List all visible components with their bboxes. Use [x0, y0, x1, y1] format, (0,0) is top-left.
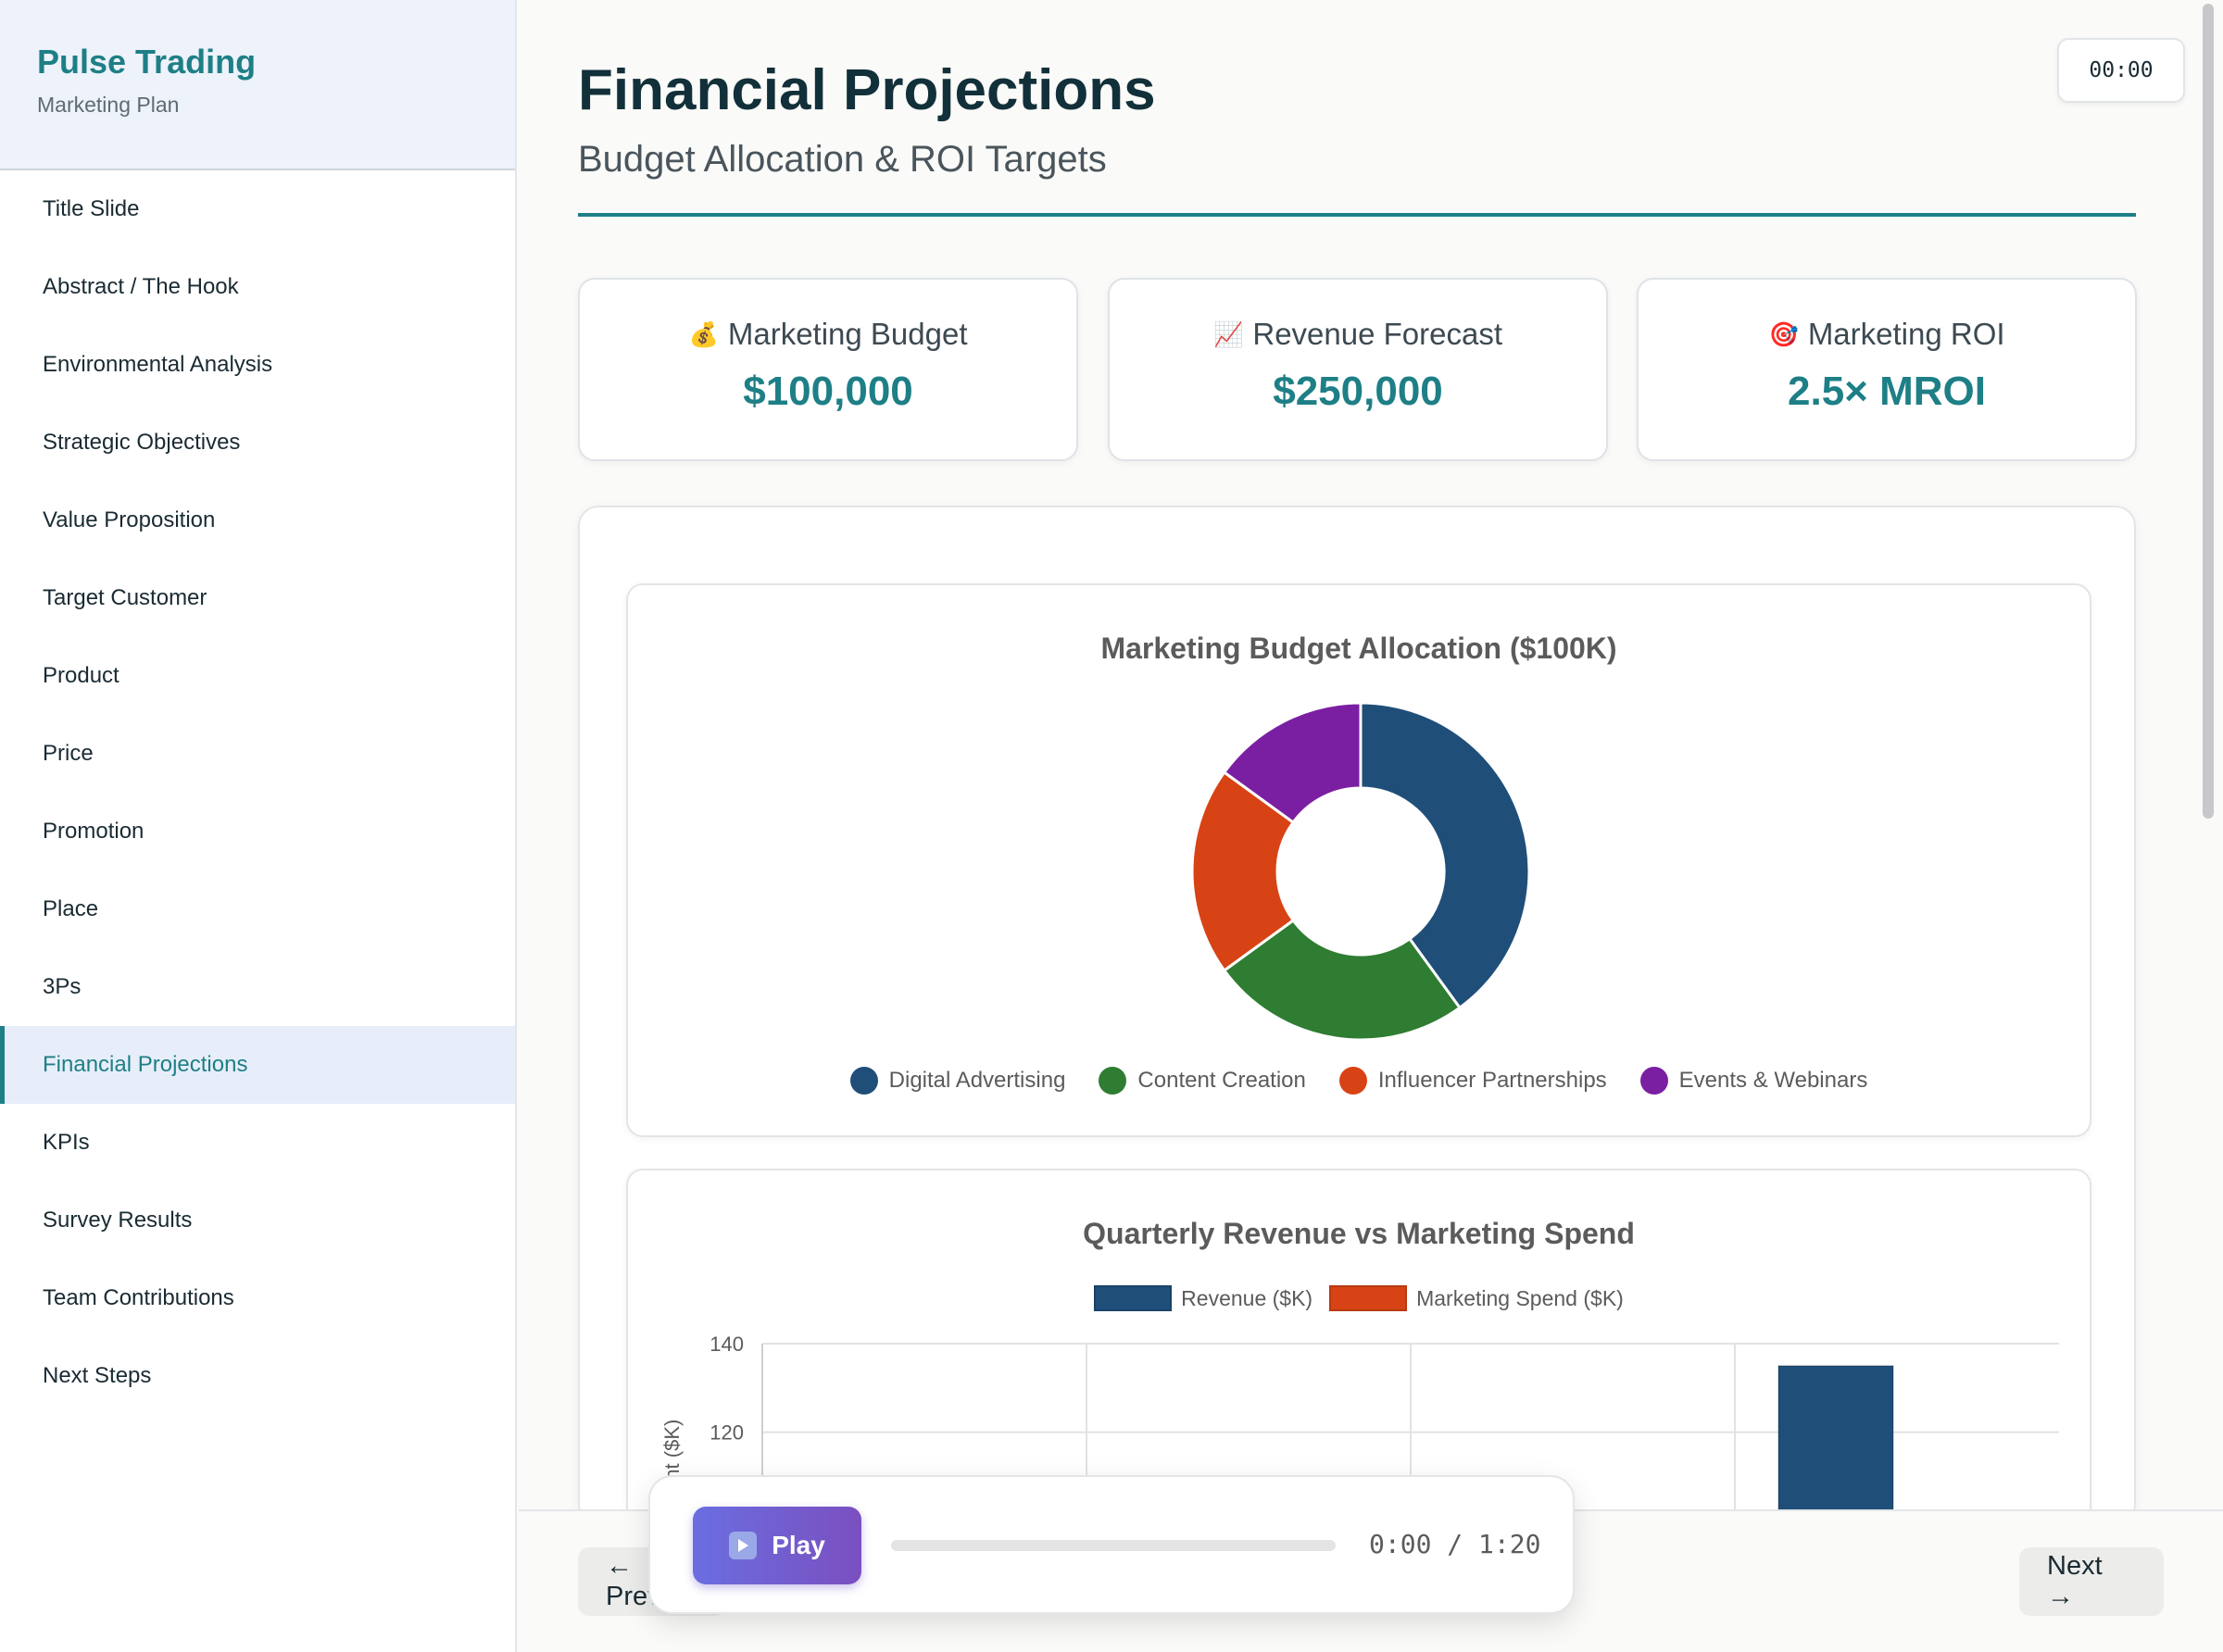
sidebar-item-financial-projections[interactable]: Financial Projections: [0, 1026, 515, 1104]
page-subtitle: Budget Allocation & ROI Targets: [578, 139, 1107, 180]
sidebar-item-title-slide[interactable]: Title Slide: [0, 170, 515, 248]
bar-q4-revenue: [1777, 1364, 1894, 1522]
legend-swatch: [1338, 1067, 1367, 1095]
charts-panel: Marketing Budget Allocation ($100K) Digi…: [578, 506, 2136, 1524]
stat-value: $250,000: [1273, 369, 1443, 414]
sidebar-item-abstract-the-hook[interactable]: Abstract / The Hook: [0, 248, 515, 326]
stat-card-roi: 🎯 Marketing ROI 2.5× MROI: [1637, 278, 2137, 461]
legend-swatch: [1639, 1067, 1668, 1095]
brand-name: Pulse Trading: [37, 43, 257, 81]
stat-value: $100,000: [743, 369, 913, 414]
presentation-timer: 00:00: [2057, 38, 2185, 103]
sidebar-item-kpis[interactable]: KPIs: [0, 1104, 515, 1182]
sidebar-item-strategic-objectives[interactable]: Strategic Objectives: [0, 404, 515, 482]
legend-swatch: [1329, 1285, 1408, 1311]
title-divider: [578, 213, 2136, 217]
legend-swatch: [1099, 1067, 1127, 1095]
legend-item: Content Creation: [1099, 1067, 1306, 1095]
stat-label: Marketing ROI: [1807, 317, 2005, 351]
legend-item: Influencer Partnerships: [1338, 1067, 1607, 1095]
next-button[interactable]: Next →: [2019, 1547, 2164, 1616]
legend-label: Content Creation: [1137, 1068, 1306, 1093]
legend-label: Digital Advertising: [888, 1068, 1066, 1093]
revenue-vs-spend-card: Quarterly Revenue vs Marketing Spend Rev…: [626, 1169, 2091, 1522]
sidebar-item-target-customer[interactable]: Target Customer: [0, 559, 515, 637]
y-tick-label: 120: [710, 1421, 744, 1445]
audio-progress-bar[interactable]: [891, 1540, 1336, 1551]
sidebar-item-promotion[interactable]: Promotion: [0, 793, 515, 870]
play-button[interactable]: Play: [693, 1507, 861, 1584]
stat-card-budget: 💰 Marketing Budget $100,000: [578, 278, 1078, 461]
chart-up-icon: 📈: [1212, 319, 1244, 348]
budget-allocation-card: Marketing Budget Allocation ($100K) Digi…: [626, 583, 2091, 1137]
legend-label: Marketing Spend ($K): [1416, 1285, 1624, 1310]
scrollbar-thumb[interactable]: [2203, 4, 2214, 819]
legend-swatch: [849, 1067, 878, 1095]
stat-card-revenue: 📈 Revenue Forecast $250,000: [1108, 278, 1608, 461]
stat-label: Marketing Budget: [727, 317, 968, 351]
sidebar-header: Pulse Trading Marketing Plan: [0, 0, 515, 170]
audio-time: 0:00 / 1:20: [1369, 1529, 1541, 1559]
legend-item: Revenue ($K): [1094, 1285, 1312, 1311]
sidebar: Pulse Trading Marketing Plan Title Slide…: [0, 0, 517, 1652]
sidebar-item-next-steps[interactable]: Next Steps: [0, 1337, 515, 1415]
chart-title: Marketing Budget Allocation ($100K): [1100, 632, 1617, 665]
legend-label: Events & Webinars: [1678, 1068, 1868, 1093]
sidebar-item-team-contributions[interactable]: Team Contributions: [0, 1259, 515, 1337]
sidebar-item-3ps[interactable]: 3Ps: [0, 948, 515, 1026]
y-tick-label: 140: [710, 1333, 744, 1356]
chart-legend: Digital Advertising Content Creation Influ…: [628, 1067, 2090, 1095]
sidebar-item-price[interactable]: Price: [0, 715, 515, 793]
legend-swatch: [1094, 1285, 1173, 1311]
legend-item: Events & Webinars: [1639, 1067, 1868, 1095]
stat-value: 2.5× MROI: [1788, 369, 1986, 414]
target-icon: 🎯: [1768, 319, 1799, 348]
chart-title: Quarterly Revenue vs Marketing Spend: [1083, 1217, 1635, 1250]
sidebar-item-product[interactable]: Product: [0, 637, 515, 715]
sidebar-nav: Title Slide Abstract / The Hook Environmen…: [0, 170, 515, 1415]
chart-legend: Revenue ($K) Marketing Spend ($K): [628, 1285, 2090, 1311]
brand-subtitle: Marketing Plan: [37, 93, 180, 117]
legend-item: Digital Advertising: [849, 1067, 1066, 1095]
budget-donut-chart: [1190, 701, 1531, 1042]
legend-item: Marketing Spend ($K): [1329, 1285, 1624, 1311]
money-bag-icon: 💰: [688, 319, 719, 348]
audio-player: Play 0:00 / 1:20: [648, 1475, 1575, 1614]
sidebar-item-survey-results[interactable]: Survey Results: [0, 1182, 515, 1259]
sidebar-item-value-proposition[interactable]: Value Proposition: [0, 482, 515, 559]
play-label: Play: [772, 1531, 825, 1559]
legend-label: Revenue ($K): [1181, 1285, 1313, 1310]
sidebar-item-environmental-analysis[interactable]: Environmental Analysis: [0, 326, 515, 404]
play-icon: [729, 1532, 758, 1559]
main-scrollbar[interactable]: [2199, 0, 2219, 1509]
legend-label: Influencer Partnerships: [1377, 1068, 1607, 1093]
page-title: Financial Projections: [578, 58, 1156, 122]
stat-label: Revenue Forecast: [1252, 317, 1502, 351]
sidebar-item-place[interactable]: Place: [0, 870, 515, 948]
